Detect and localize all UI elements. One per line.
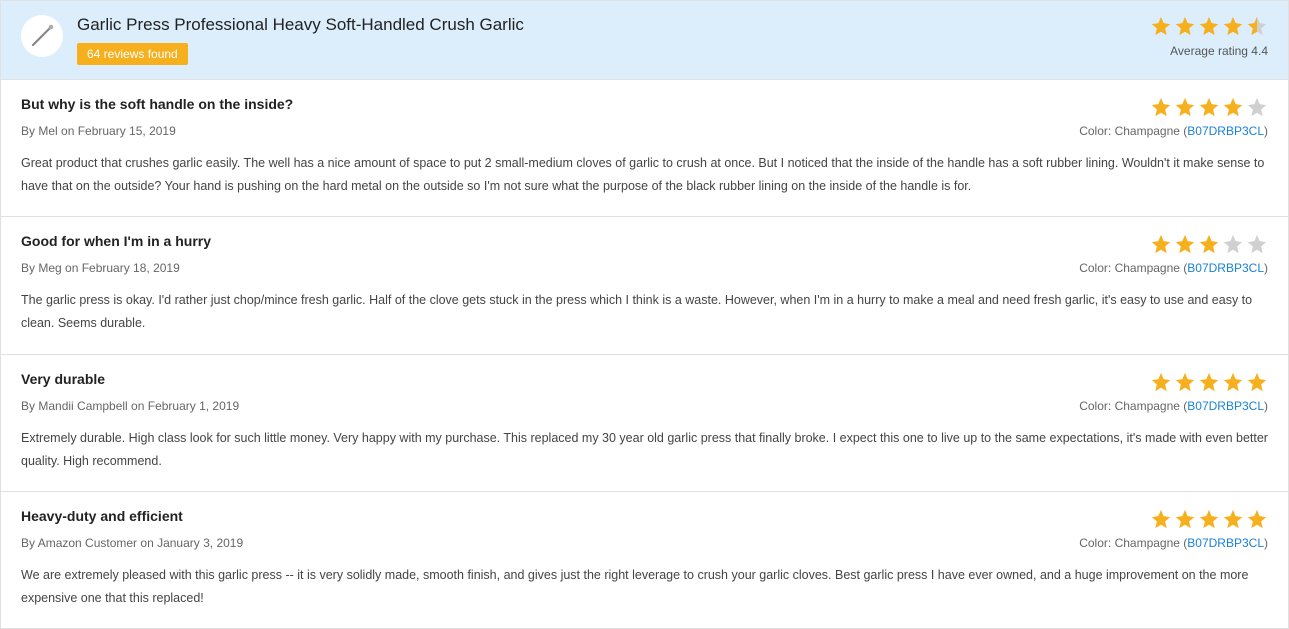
review-stars xyxy=(1150,371,1268,393)
review-stars xyxy=(1150,508,1268,530)
review-author: Mandii Campbell xyxy=(38,399,127,413)
review-body: Great product that crushes garlic easily… xyxy=(21,152,1268,198)
review-byline: By Amazon Customer on January 3, 2019 xyxy=(21,536,243,550)
review-author: Mel xyxy=(38,124,57,138)
review-item: Heavy-duty and efficient By Amazon Custo… xyxy=(1,492,1288,628)
review-variant: Color: Champagne (B07DRBP3CL) xyxy=(1079,124,1268,138)
review-date: February 15, 2019 xyxy=(78,124,176,138)
reviews-count-badge: 64 reviews found xyxy=(77,43,188,65)
review-color-value: Champagne xyxy=(1115,536,1184,550)
review-color-value: Champagne xyxy=(1115,261,1184,275)
review-variant: Color: Champagne (B07DRBP3CL) xyxy=(1079,536,1268,550)
header-main: Garlic Press Professional Heavy Soft-Han… xyxy=(77,15,1150,65)
review-date: February 1, 2019 xyxy=(148,399,239,413)
avg-stars xyxy=(1150,15,1268,37)
review-item: But why is the soft handle on the inside… xyxy=(1,80,1288,217)
review-color-value: Champagne xyxy=(1115,124,1184,138)
review-title: Very durable xyxy=(21,371,105,387)
header-rating: Average rating 4.4 xyxy=(1150,15,1268,58)
review-body: We are extremely pleased with this garli… xyxy=(21,564,1268,610)
product-title: Garlic Press Professional Heavy Soft-Han… xyxy=(77,15,1150,35)
review-byline: By Mel on February 15, 2019 xyxy=(21,124,176,138)
review-stars xyxy=(1150,233,1268,255)
product-header: Garlic Press Professional Heavy Soft-Han… xyxy=(1,1,1288,80)
avg-rating-label: Average rating 4.4 xyxy=(1150,44,1268,58)
review-body: The garlic press is okay. I'd rather jus… xyxy=(21,289,1268,335)
asin-link[interactable]: B07DRBP3CL xyxy=(1187,261,1264,275)
garlic-press-icon xyxy=(27,21,57,51)
review-byline: By Meg on February 18, 2019 xyxy=(21,261,180,275)
review-author: Meg xyxy=(38,261,61,275)
review-date: February 18, 2019 xyxy=(82,261,180,275)
page-container: Garlic Press Professional Heavy Soft-Han… xyxy=(0,0,1289,629)
asin-link[interactable]: B07DRBP3CL xyxy=(1187,124,1264,138)
review-item: Good for when I'm in a hurry By Meg on F… xyxy=(1,217,1288,354)
review-color-value: Champagne xyxy=(1115,399,1184,413)
review-title: Good for when I'm in a hurry xyxy=(21,233,211,249)
review-variant: Color: Champagne (B07DRBP3CL) xyxy=(1079,399,1268,413)
review-item: Very durable By Mandii Campbell on Febru… xyxy=(1,355,1288,492)
asin-link[interactable]: B07DRBP3CL xyxy=(1187,399,1264,413)
review-byline: By Mandii Campbell on February 1, 2019 xyxy=(21,399,239,413)
review-date: January 3, 2019 xyxy=(157,536,243,550)
review-variant: Color: Champagne (B07DRBP3CL) xyxy=(1079,261,1268,275)
review-body: Extremely durable. High class look for s… xyxy=(21,427,1268,473)
review-title: But why is the soft handle on the inside… xyxy=(21,96,293,112)
asin-link[interactable]: B07DRBP3CL xyxy=(1187,536,1264,550)
review-stars xyxy=(1150,96,1268,118)
review-title: Heavy-duty and efficient xyxy=(21,508,183,524)
product-image-icon xyxy=(21,15,63,57)
review-author: Amazon Customer xyxy=(38,536,137,550)
